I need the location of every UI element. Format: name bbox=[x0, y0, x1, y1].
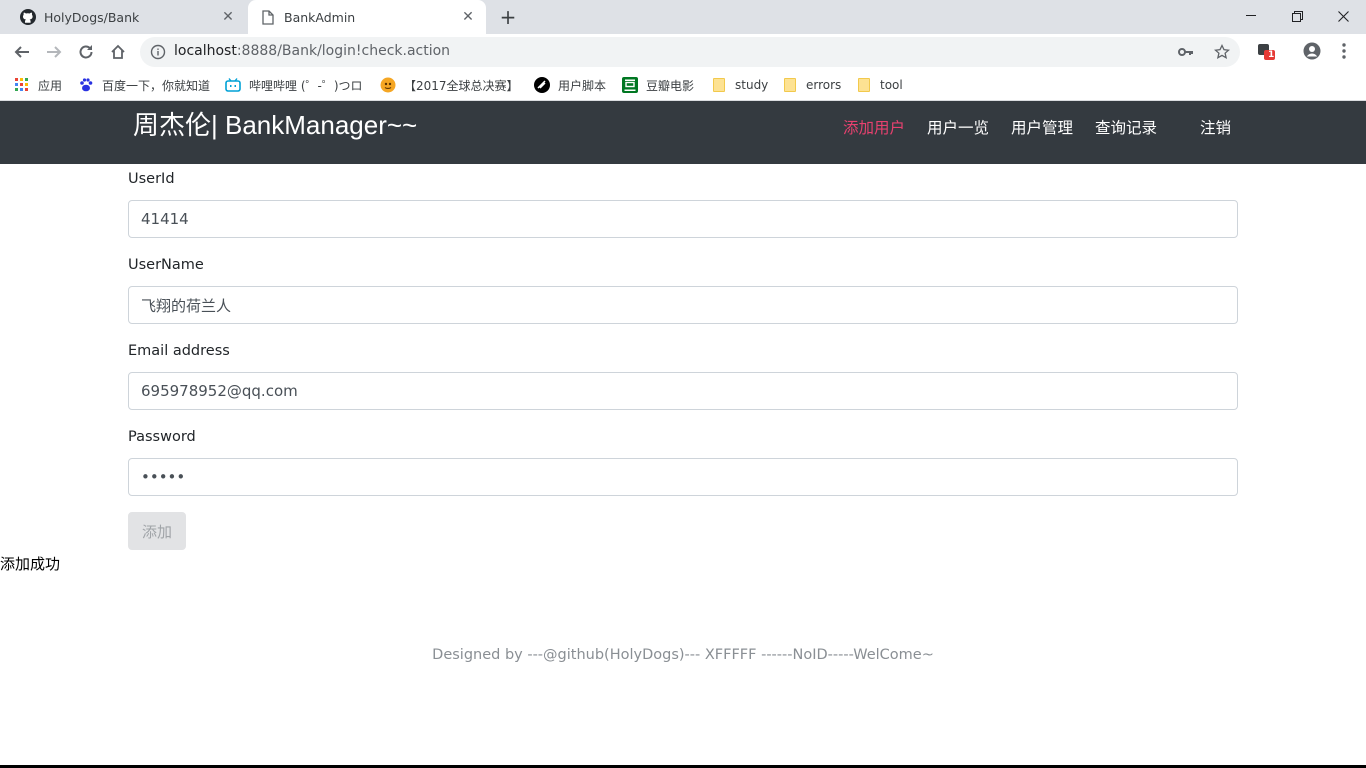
address-bar[interactable]: localhost:8888/Bank/login!check.action bbox=[140, 37, 1240, 67]
close-tab-icon[interactable]: ✕ bbox=[460, 9, 476, 25]
email-input[interactable] bbox=[128, 372, 1238, 410]
userid-input[interactable] bbox=[128, 200, 1238, 238]
password-input[interactable] bbox=[128, 458, 1238, 496]
home-icon[interactable] bbox=[105, 39, 131, 65]
minimize-window-icon[interactable] bbox=[1228, 0, 1274, 32]
url-text: localhost:8888/Bank/login!check.action bbox=[174, 43, 450, 59]
bookmark-label: tool bbox=[880, 78, 903, 92]
tab-title: HolyDogs/Bank bbox=[44, 9, 140, 25]
bookmark-bilibili[interactable]: 哔哩哔哩 (゜-゜)つロ bbox=[225, 76, 363, 94]
douban-icon bbox=[622, 77, 638, 93]
close-tab-icon[interactable]: ✕ bbox=[220, 9, 236, 25]
bookmark-folder-errors[interactable]: errors bbox=[782, 76, 841, 94]
menu-dots-icon[interactable] bbox=[1334, 41, 1354, 61]
nav-user-list[interactable]: 用户一览 bbox=[927, 116, 989, 138]
bilibili-tv-icon bbox=[225, 77, 241, 93]
bookmark-douban[interactable]: 豆瓣电影 bbox=[622, 76, 694, 94]
userid-label: UserId bbox=[128, 171, 175, 187]
nav-query-records[interactable]: 查询记录 bbox=[1095, 116, 1157, 138]
back-arrow-icon[interactable] bbox=[9, 39, 35, 65]
folder-icon bbox=[856, 77, 872, 93]
bookmark-label: 豆瓣电影 bbox=[646, 78, 695, 93]
username-input[interactable] bbox=[128, 286, 1238, 324]
password-label: Password bbox=[128, 429, 196, 445]
github-icon bbox=[20, 9, 36, 25]
userscript-icon bbox=[534, 77, 550, 93]
bookmark-folder-tool[interactable]: tool bbox=[856, 76, 903, 94]
new-tab-plus-icon[interactable]: + bbox=[498, 7, 518, 27]
bookmark-label: 哔哩哔哩 (゜-゜)つロ bbox=[249, 78, 363, 93]
bookmark-userscript[interactable]: 用户脚本 bbox=[534, 76, 606, 94]
add-submit-button[interactable]: 添加 bbox=[128, 512, 186, 550]
bookmark-label: 百度一下，你就知道 bbox=[102, 78, 211, 93]
site-info-icon[interactable] bbox=[150, 44, 166, 60]
bookmarks-bar: 应用 百度一下，你就知道 哔哩哔哩 (゜-゜)つロ 【2017全球总决赛】 用户… bbox=[0, 70, 1366, 101]
success-message: 添加成功 bbox=[0, 555, 61, 573]
tab-holydogs-bank[interactable]: HolyDogs/Bank ✕ bbox=[8, 0, 246, 34]
apps-grid-icon bbox=[14, 77, 30, 93]
forward-arrow-icon[interactable] bbox=[41, 39, 67, 65]
baidu-paw-icon bbox=[78, 77, 94, 93]
bookmark-apps[interactable]: 应用 bbox=[14, 76, 62, 94]
tab-strip: HolyDogs/Bank ✕ BankAdmin ✕ + bbox=[0, 0, 1366, 34]
restore-window-icon[interactable] bbox=[1274, 0, 1320, 32]
brand-title[interactable]: 周杰伦| BankManager~~ bbox=[133, 105, 417, 142]
url-path: :8888/Bank/login!check.action bbox=[236, 43, 451, 59]
close-window-icon[interactable] bbox=[1320, 0, 1366, 32]
lol-icon bbox=[380, 77, 396, 93]
footer-credits: Designed by ---@github(HolyDogs)--- XFFF… bbox=[432, 647, 934, 663]
tab-bankadmin[interactable]: BankAdmin ✕ bbox=[248, 0, 486, 34]
nav-logout[interactable]: 注销 bbox=[1200, 116, 1231, 138]
bookmark-label: 用户脚本 bbox=[558, 78, 607, 93]
bookmark-star-icon[interactable] bbox=[1214, 44, 1230, 60]
site-navbar: 周杰伦| BankManager~~ 添加用户 用户一览 用户管理 查询记录 注… bbox=[0, 101, 1366, 164]
bookmark-label: study bbox=[735, 78, 769, 92]
page-icon bbox=[260, 9, 276, 25]
folder-icon bbox=[711, 77, 727, 93]
url-host: localhost bbox=[174, 43, 237, 59]
profile-avatar-icon[interactable] bbox=[1302, 41, 1322, 61]
bookmark-label: 应用 bbox=[38, 78, 63, 93]
reload-icon[interactable] bbox=[73, 39, 99, 65]
extension-badge: 1 bbox=[1268, 50, 1275, 60]
bookmark-lol[interactable]: 【2017全球总决赛】 bbox=[380, 76, 519, 94]
bookmark-label: errors bbox=[806, 78, 842, 92]
extension-icon[interactable]: 1 bbox=[1256, 41, 1276, 61]
tab-title: BankAdmin bbox=[284, 9, 356, 25]
folder-icon bbox=[782, 77, 798, 93]
key-icon[interactable] bbox=[1178, 44, 1194, 60]
bookmark-label: 【2017全球总决赛】 bbox=[404, 78, 519, 93]
email-label: Email address bbox=[128, 343, 230, 359]
bookmark-baidu[interactable]: 百度一下，你就知道 bbox=[78, 76, 210, 94]
browser-toolbar: localhost:8888/Bank/login!check.action 1 bbox=[0, 34, 1366, 70]
username-label: UserName bbox=[128, 257, 204, 273]
bookmark-folder-study[interactable]: study bbox=[711, 76, 768, 94]
nav-user-management[interactable]: 用户管理 bbox=[1011, 116, 1073, 138]
nav-add-user[interactable]: 添加用户 bbox=[843, 116, 905, 138]
